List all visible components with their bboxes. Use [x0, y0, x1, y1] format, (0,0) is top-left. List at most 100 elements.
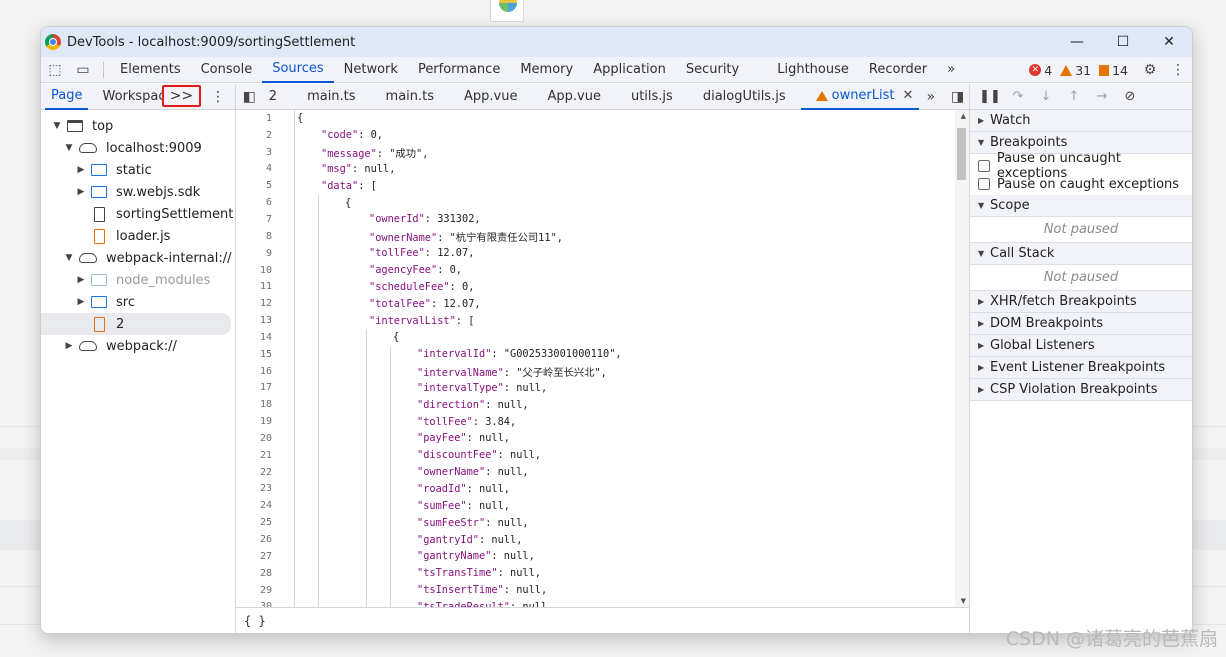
code-line[interactable]: 18 "direction": null,	[236, 396, 969, 413]
code-view[interactable]: 1{2 "code": 0, 3 "message": "成功", 4 "msg": nu…	[236, 110, 969, 607]
editor-tab[interactable]: main.ts	[371, 84, 449, 110]
line-number[interactable]: 13	[236, 315, 272, 326]
code-line[interactable]: 13 "intervalList": [	[236, 312, 969, 329]
code-line[interactable]: 6{	[236, 194, 969, 211]
editor-tab[interactable]: App.vue	[449, 84, 532, 110]
code-line[interactable]: 1{	[236, 110, 969, 127]
line-number[interactable]: 29	[236, 585, 272, 596]
line-number[interactable]: 10	[236, 265, 272, 276]
line-number[interactable]: 19	[236, 416, 272, 427]
line-number[interactable]: 28	[236, 568, 272, 579]
section-global-listeners[interactable]: ▶ Global Listeners	[970, 335, 1192, 357]
line-number[interactable]: 4	[236, 163, 272, 174]
editor-tab[interactable]: utils.js	[616, 84, 688, 110]
code-line[interactable]: 3 "message": "成功",	[236, 144, 969, 161]
line-number[interactable]: 5	[236, 180, 272, 191]
deactivate-breakpoints-icon[interactable]: ⊘	[1116, 84, 1144, 110]
tab-performance[interactable]: Performance	[408, 57, 510, 83]
code-line[interactable]: 21 "discountFee": null,	[236, 447, 969, 464]
step-out-icon[interactable]: ↑	[1060, 84, 1088, 110]
line-number[interactable]: 26	[236, 534, 272, 545]
scrollbar-thumb[interactable]	[957, 128, 966, 180]
checkbox-icon[interactable]	[978, 160, 990, 172]
line-number[interactable]: 22	[236, 467, 272, 478]
toggle-debugger-icon[interactable]: ◨	[946, 84, 969, 110]
line-number[interactable]: 20	[236, 433, 272, 444]
tree-item-loader-js[interactable]: loader.js	[41, 225, 235, 247]
pause-caught-checkbox[interactable]: Pause on caught exceptions	[970, 175, 1192, 193]
close-window-button[interactable]: ✕	[1146, 27, 1192, 57]
customize-menu-icon[interactable]: ⋮	[1164, 57, 1192, 83]
tree-item-src[interactable]: ▶ src	[41, 291, 235, 313]
line-number[interactable]: 21	[236, 450, 272, 461]
line-number[interactable]: 17	[236, 382, 272, 393]
code-line[interactable]: 8 "ownerName": "杭宁有限责任公司11",	[236, 228, 969, 245]
editor-tab[interactable]: App.vue	[533, 84, 616, 110]
tree-item-webpack-internal[interactable]: ▼ webpack-internal://	[41, 247, 235, 269]
line-number[interactable]: 14	[236, 332, 272, 343]
line-number[interactable]: 12	[236, 298, 272, 309]
issues-counter[interactable]: 14	[1099, 63, 1128, 78]
code-line[interactable]: 4 "msg": null,	[236, 161, 969, 178]
code-line[interactable]: 17 "intervalType": null,	[236, 380, 969, 397]
code-line[interactable]: 15 "intervalId": "G002533001000110",	[236, 346, 969, 363]
device-toolbar-icon[interactable]: ▭	[69, 57, 97, 83]
code-line[interactable]: 26 "gantryId": null,	[236, 531, 969, 548]
pause-icon[interactable]: ❚❚	[976, 84, 1004, 110]
checkbox-icon[interactable]	[978, 178, 990, 190]
maximize-button[interactable]: ☐	[1100, 27, 1146, 57]
warning-counter[interactable]: 31	[1060, 63, 1091, 78]
code-line[interactable]: 28 "tsTransTime": null,	[236, 565, 969, 582]
tree-item-static[interactable]: ▶ static	[41, 159, 235, 181]
code-scrollbar[interactable]: ▲ ▼	[955, 110, 969, 607]
code-line[interactable]: 29 "tsInsertTime": null,	[236, 582, 969, 599]
editor-tab[interactable]: main.ts	[292, 84, 370, 110]
inspect-element-icon[interactable]: ⬚	[41, 57, 69, 83]
code-line[interactable]: 30 "tsTradeResult": null,	[236, 598, 969, 607]
line-number[interactable]: 11	[236, 281, 272, 292]
tree-item-sw-webjs-sdk[interactable]: ▶ sw.webjs.sdk	[41, 181, 235, 203]
line-number[interactable]: 2	[236, 130, 272, 141]
code-line[interactable]: 7 "ownerId": 331302,	[236, 211, 969, 228]
section-dom-breakpoints[interactable]: ▶ DOM Breakpoints	[970, 313, 1192, 335]
navigator-menu-icon[interactable]: ⋮	[211, 84, 225, 110]
section-event-listener-breakpoints[interactable]: ▶ Event Listener Breakpoints	[970, 357, 1192, 379]
section-watch[interactable]: ▶ Watch	[970, 110, 1192, 132]
code-line[interactable]: 27 "gantryName": null,	[236, 548, 969, 565]
more-editor-tabs-icon[interactable]: »	[919, 84, 942, 110]
tab-sources[interactable]: Sources	[262, 57, 334, 83]
tree-item-node-modules[interactable]: ▶ node_modules	[41, 269, 235, 291]
tab-recorder[interactable]: Recorder	[859, 57, 937, 83]
line-number[interactable]: 8	[236, 231, 272, 242]
code-line[interactable]: 25 "sumFeeStr": null,	[236, 514, 969, 531]
code-line[interactable]: 2 "code": 0,	[236, 127, 969, 144]
pause-uncaught-checkbox[interactable]: Pause on uncaught exceptions	[970, 151, 1192, 181]
line-number[interactable]: 7	[236, 214, 272, 225]
pretty-print-button[interactable]: { }	[244, 614, 266, 628]
step-over-icon[interactable]: ↷	[1004, 84, 1032, 110]
section-call-stack[interactable]: ▼ Call Stack	[970, 243, 1192, 265]
line-number[interactable]: 27	[236, 551, 272, 562]
line-number[interactable]: 23	[236, 483, 272, 494]
tree-item-sortingsettlement[interactable]: sortingSettlement	[41, 203, 235, 225]
code-line[interactable]: 22 "ownerName": null,	[236, 464, 969, 481]
toggle-navigator-icon[interactable]: ◧	[238, 84, 261, 110]
code-line[interactable]: 14 {	[236, 329, 969, 346]
minimize-button[interactable]: —	[1054, 27, 1100, 57]
editor-tab[interactable]: dialogUtils.js	[688, 84, 801, 110]
line-number[interactable]: 15	[236, 349, 272, 360]
code-line[interactable]: 23 "roadId": null,	[236, 481, 969, 498]
tab-network[interactable]: Network	[334, 57, 408, 83]
code-line[interactable]: 12 "totalFee": 12.07,	[236, 295, 969, 312]
code-line[interactable]: 5 "data": [	[236, 177, 969, 194]
line-number[interactable]: 25	[236, 517, 272, 528]
tab-security[interactable]: Security	[676, 57, 749, 83]
editor-tab[interactable]: 2	[261, 84, 292, 110]
code-line[interactable]: 20 "payFee": null,	[236, 430, 969, 447]
tab-memory[interactable]: Memory	[510, 57, 583, 83]
line-number[interactable]: 18	[236, 399, 272, 410]
step-into-icon[interactable]: ↓	[1032, 84, 1060, 110]
code-line[interactable]: 11 "scheduleFee": 0,	[236, 278, 969, 295]
code-line[interactable]: 16 "intervalName": "父子岭至长兴北",	[236, 363, 969, 380]
line-number[interactable]: 6	[236, 197, 272, 208]
